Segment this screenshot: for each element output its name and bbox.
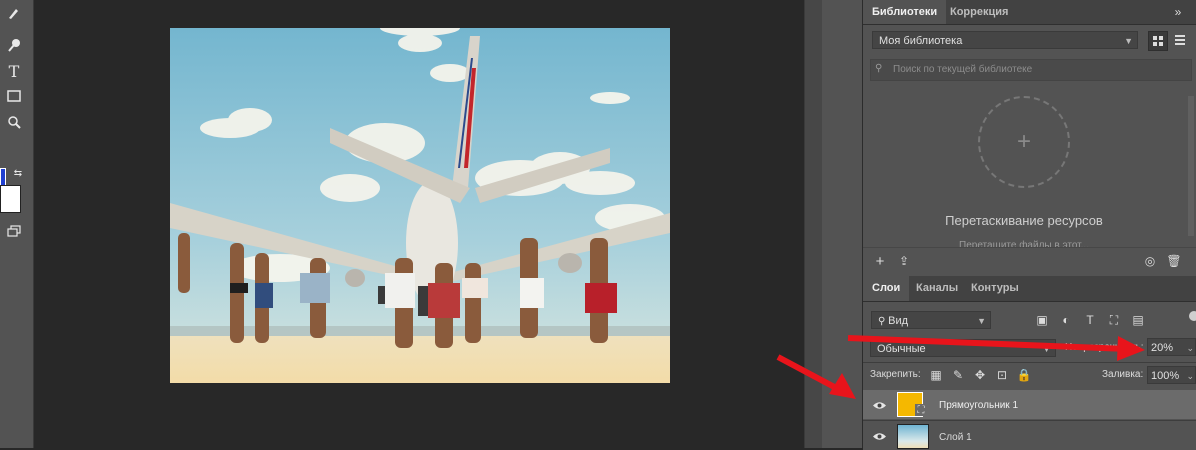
annotation-arrows	[776, 335, 1145, 399]
